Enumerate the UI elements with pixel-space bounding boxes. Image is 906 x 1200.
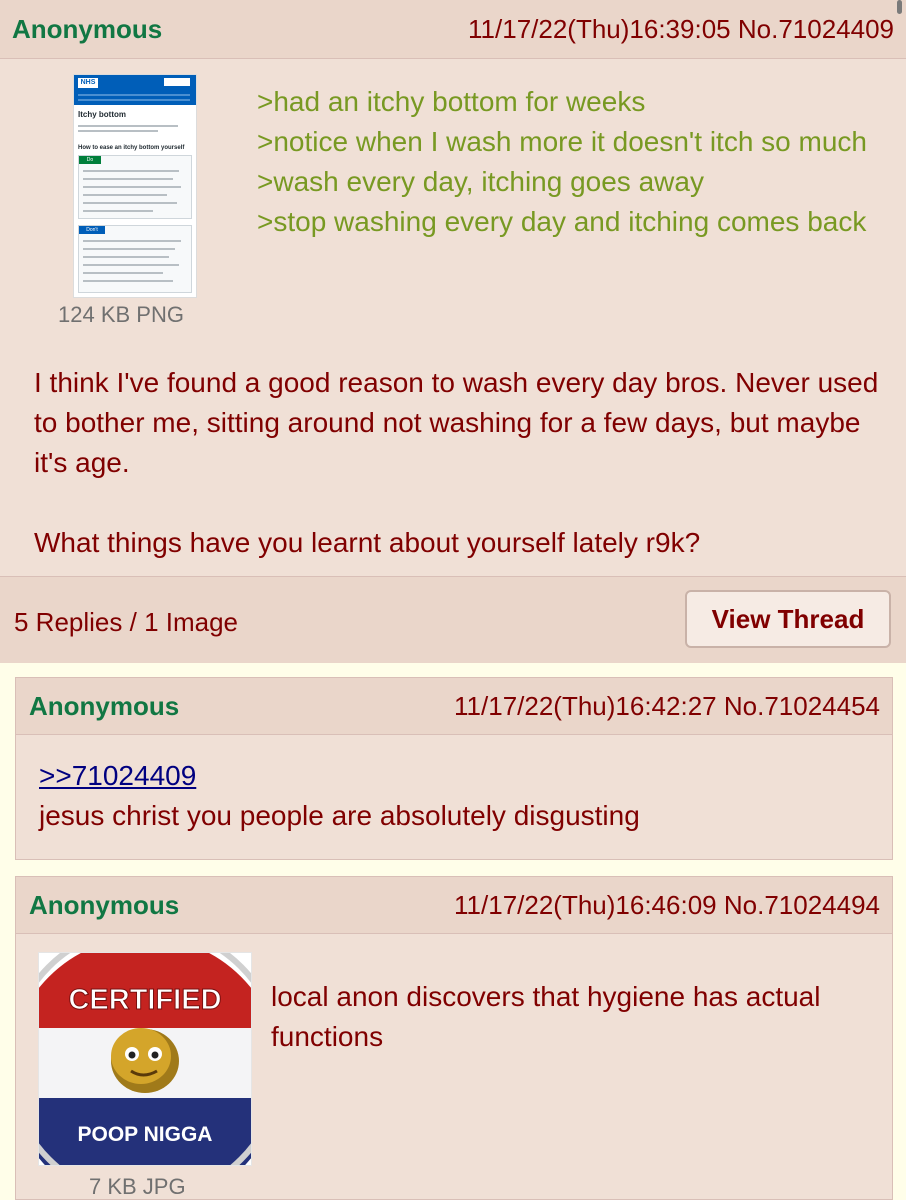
op-thumbnail-image[interactable]: NHS Itchy bottom How to ease an itchy bo… — [73, 74, 197, 298]
op-post: Anonymous 11/17/22(Thu)16:39:05 No.71024… — [0, 0, 906, 663]
op-greentext-block: >had an itchy bottom for weeks >notice w… — [257, 82, 887, 242]
op-post-number[interactable]: No.71024409 — [738, 14, 894, 44]
nhs-do-label: Do — [79, 156, 101, 164]
reply-post-header: Anonymous 11/17/22(Thu)16:46:09 No.71024… — [16, 877, 892, 934]
certified-badge-image: CERTIFIED POOP NIGGA — [39, 953, 251, 1165]
greentext-line: >had an itchy bottom for weeks — [257, 86, 646, 117]
nhs-do-box: Do — [78, 155, 192, 219]
reply-post-header: Anonymous 11/17/22(Thu)16:42:27 No.71024… — [16, 678, 892, 735]
badge-bottom-text: POOP NIGGA — [78, 1123, 213, 1146]
replies-summary: 5 Replies / 1 Image — [14, 607, 239, 637]
reply-post-datetime: 11/17/22(Thu)16:42:27 — [454, 690, 717, 721]
reply-post-meta[interactable]: 11/17/22(Thu)16:46:09 No.71024494 — [454, 890, 880, 921]
badge-top-text: CERTIFIED — [68, 984, 221, 1016]
reply-thumbnail-image[interactable]: CERTIFIED POOP NIGGA — [38, 952, 252, 1166]
op-post-header: Anonymous 11/17/22(Thu)16:39:05 No.71024… — [0, 0, 906, 59]
view-thread-button[interactable]: View Thread — [685, 590, 891, 648]
reply-file-info: 7 KB JPG — [89, 1174, 186, 1199]
reply-message: local anon discovers that hygiene has ac… — [271, 981, 821, 1052]
reply-message: jesus christ you people are absolutely d… — [39, 800, 640, 831]
op-post-meta[interactable]: 11/17/22(Thu)16:39:05 No.71024409 — [468, 14, 894, 45]
nhs-header-bar: NHS — [74, 75, 196, 105]
nhs-dont-label: Don't — [79, 226, 105, 234]
op-poster-name: Anonymous — [12, 13, 163, 44]
reply-post-meta[interactable]: 11/17/22(Thu)16:42:27 No.71024454 — [454, 691, 880, 722]
op-body-paragraph: What things have you learnt about yourse… — [34, 527, 701, 558]
search-icon — [164, 78, 190, 86]
quote-link[interactable]: >>71024409 — [39, 760, 196, 791]
reply-post-number[interactable]: No.71024494 — [724, 890, 880, 920]
thread-footer: 5 Replies / 1 Image View Thread — [0, 576, 906, 663]
op-post-body: I think I've found a good reason to wash… — [34, 363, 884, 563]
op-body-paragraph: I think I've found a good reason to wash… — [34, 367, 879, 478]
op-file-info: 124 KB PNG — [58, 302, 184, 327]
nhs-dont-box: Don't — [78, 225, 192, 293]
nhs-subheading: How to ease an itchy bottom yourself — [78, 145, 185, 151]
scrollbar-thumb[interactable] — [897, 0, 902, 14]
reply-post: Anonymous 11/17/22(Thu)16:42:27 No.71024… — [15, 677, 893, 860]
reply-poster-name: Anonymous — [29, 690, 180, 721]
reply-body: >>71024409 jesus christ you people are a… — [39, 756, 879, 836]
reply-post-number[interactable]: No.71024454 — [724, 691, 880, 721]
greentext-line: >wash every day, itching goes away — [257, 166, 704, 197]
nhs-logo: NHS — [78, 78, 98, 88]
nhs-page-title: Itchy bottom — [78, 110, 126, 119]
reply-post-datetime: 11/17/22(Thu)16:46:09 — [454, 889, 717, 920]
greentext-line: >stop washing every day and itching come… — [257, 206, 867, 237]
greentext-line: >notice when I wash more it doesn't itch… — [257, 126, 867, 157]
reply-poster-name: Anonymous — [29, 889, 180, 920]
op-post-datetime: 11/17/22(Thu)16:39:05 — [468, 13, 731, 44]
